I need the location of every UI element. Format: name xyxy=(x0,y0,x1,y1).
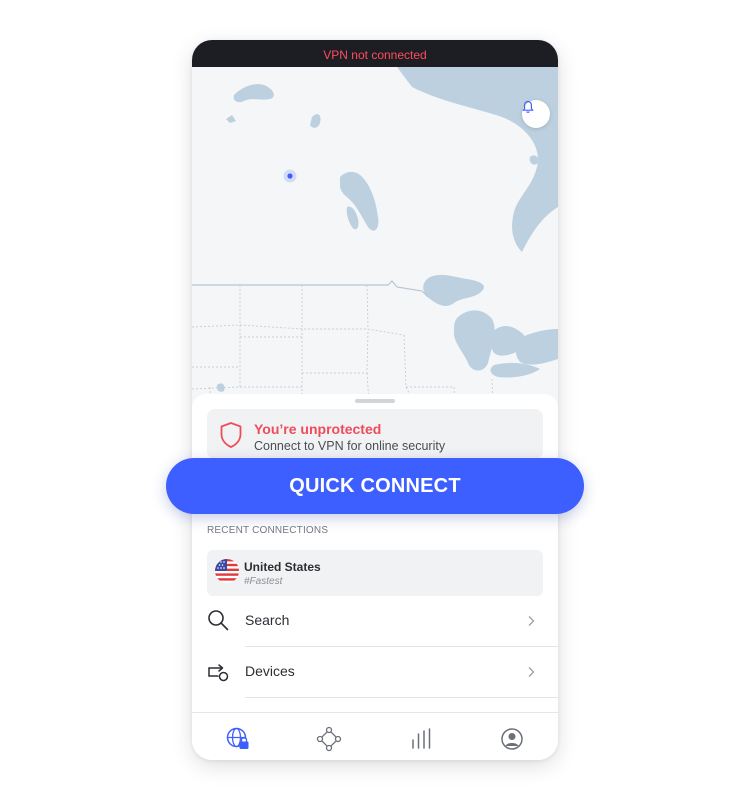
protection-status-card: You’re unprotected Connect to VPN for on… xyxy=(207,409,543,459)
profile-icon xyxy=(501,728,523,750)
recent-connection-tag: #Fastest xyxy=(244,576,283,587)
meshnet-icon xyxy=(316,726,342,752)
connection-status-text: VPN not connected xyxy=(323,48,427,62)
connection-status-bar: VPN not connected xyxy=(192,40,558,70)
search-label: Search xyxy=(245,612,290,628)
chevron-right-icon xyxy=(528,667,535,677)
protection-status-title: You’re unprotected xyxy=(254,421,382,437)
protection-status-subtitle: Connect to VPN for online security xyxy=(254,439,446,453)
server-map[interactable] xyxy=(192,67,558,447)
stats-tab[interactable] xyxy=(407,725,435,753)
bottom-tab-bar xyxy=(192,712,558,760)
map-graphic xyxy=(192,67,558,447)
notifications-button[interactable] xyxy=(522,100,550,128)
recent-connection-name: United States xyxy=(244,560,321,574)
recent-connections-header: RECENT CONNECTIONS xyxy=(207,525,329,536)
sheet-drag-handle[interactable] xyxy=(355,399,395,403)
recent-connection-item[interactable]: United States #Fastest xyxy=(207,550,543,596)
menu-divider xyxy=(245,697,558,698)
devices-row[interactable]: Devices xyxy=(192,647,558,697)
vpn-globe-tab[interactable] xyxy=(224,725,252,753)
meshnet-tab[interactable] xyxy=(315,725,343,753)
chevron-right-icon xyxy=(528,616,535,626)
us-flag-icon xyxy=(215,559,239,583)
search-icon xyxy=(208,610,229,631)
app-window: VPN not connected You’re unprotected Con… xyxy=(192,40,558,760)
bottom-sheet: You’re unprotected Connect to VPN for on… xyxy=(192,394,558,760)
stats-bars-icon xyxy=(412,728,431,749)
profile-tab[interactable] xyxy=(498,725,526,753)
globe-lock-icon xyxy=(226,727,249,749)
shield-icon xyxy=(220,422,242,448)
bell-icon xyxy=(522,100,534,113)
search-row[interactable]: Search xyxy=(192,596,558,646)
quick-connect-button[interactable]: QUICK CONNECT xyxy=(166,458,584,514)
devices-label: Devices xyxy=(245,663,295,679)
devices-icon xyxy=(208,664,229,682)
